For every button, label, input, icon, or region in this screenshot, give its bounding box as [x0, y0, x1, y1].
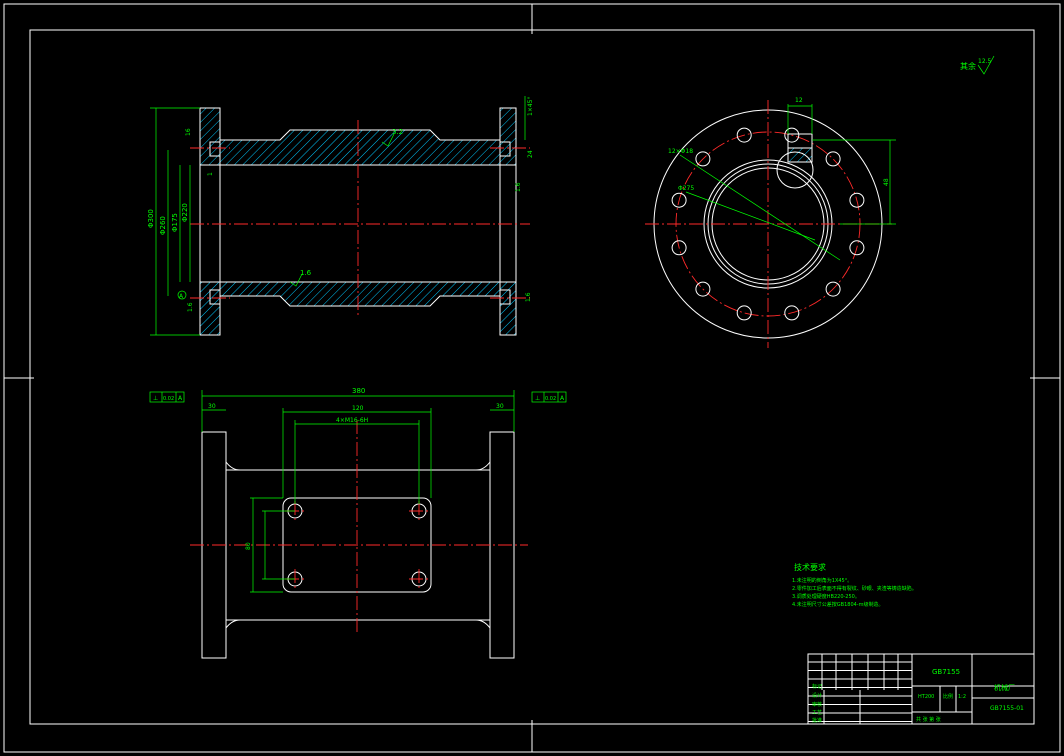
tech-req-item: 1.未注明的倒角为1X45°。: [792, 577, 852, 584]
technical-requirements: 技术要求 1.未注明的倒角为1X45°。 2.零件加工后表面不得有裂纹、砂眼、夹…: [792, 562, 917, 608]
dim-holes: 12×Φ18: [668, 148, 693, 155]
svg-text:⊥: ⊥: [535, 395, 540, 402]
dim-thread-spec: 4×M16-6H: [336, 417, 368, 424]
svg-text:⊥: ⊥: [153, 395, 158, 402]
sheet-count: 共 张 第 张: [916, 716, 941, 723]
tolerance-frame-left: ⊥ 0.02 A: [149, 391, 185, 403]
tb-row-label: 设计: [812, 692, 822, 699]
dim-pcd: Φ275: [678, 185, 694, 192]
svg-text:A: A: [178, 395, 183, 402]
material: HT200: [918, 694, 934, 700]
bottom-wall-section: [219, 281, 501, 307]
dim-slot-height: 48: [883, 178, 890, 186]
dim-hole-height: 80: [245, 542, 252, 550]
scale-value: 1:2: [958, 694, 966, 700]
roughness-mark: 其余 12.5: [960, 55, 995, 75]
tolerance-frame-right: ⊥ 0.02 A: [531, 391, 567, 403]
dim-left-note: 1: [207, 172, 214, 176]
dim-left-bottom: 1.6: [187, 302, 194, 312]
title-block: GB7155 机械厂 GB7155-01 HT200 比例 1:2 共 张 第 …: [807, 653, 1035, 725]
dim-right-bottom: 1.6: [525, 292, 532, 302]
dim-left-top: 16: [185, 128, 192, 136]
dim-flange-right: 30: [496, 403, 504, 410]
top-wall-section: [219, 129, 501, 166]
leader-pcd: [685, 191, 816, 241]
svg-text:0.02: 0.02: [545, 396, 556, 402]
dim-slot-width: 12: [795, 97, 803, 104]
svg-text:A: A: [560, 395, 565, 402]
scale-label: 比例: [943, 693, 953, 700]
tb-row-label: 工艺: [812, 710, 822, 716]
tech-req-item: 2.零件加工后表面不得有裂纹、砂眼、夹渣等铸造缺陷。: [792, 585, 917, 592]
front-section-view: Φ300 Φ260 Φ175 Φ220 3.2 1.6 1×45° 24 1.6…: [147, 96, 534, 336]
tb-row-label: 审核: [812, 701, 822, 708]
inner-border: [29, 29, 1035, 725]
tech-req-title: 技术要求: [794, 562, 826, 572]
svg-text:0.02: 0.02: [163, 396, 174, 402]
top-view: 380 30 30 120 4×M16-6H 80 ⊥ 0.02 A ⊥ 0.0…: [149, 387, 567, 659]
drawing-sheet: 其余 12.5 Φ300 Φ260 Φ175 Φ220 3.2 1.6 1×45…: [3, 3, 1061, 753]
dim-overall: 380: [352, 387, 365, 395]
dim-chamfer-right: 1×45°: [527, 97, 534, 116]
company-name: 机械厂: [994, 683, 1015, 692]
dim-right-top: 24: [527, 150, 534, 158]
tech-req-item: 4.未注明尺寸公差按GB1804-m级制造。: [792, 601, 883, 608]
dim-d-overall: Φ300: [147, 209, 155, 228]
dim-hole-span: 120: [352, 405, 364, 412]
tech-req-item: 3.调质处理硬度HB220-250。: [792, 593, 860, 600]
dim-d-body: Φ220: [181, 203, 189, 222]
roughness-bottom: 1.6: [300, 269, 312, 277]
drawing-number: GB7155-01: [990, 705, 1024, 712]
keyway-section: [787, 147, 813, 163]
dim-flange-left: 30: [208, 403, 216, 410]
dim-right-mid: 1.6: [515, 182, 522, 192]
end-view: 12×Φ18 Φ275 12 48: [645, 97, 896, 348]
dim-d-bore: Φ175: [171, 213, 179, 232]
bolt-hole: [825, 151, 841, 167]
part-name: GB7155: [932, 668, 960, 676]
dim-d-flange: Φ260: [159, 216, 167, 235]
tb-row-label: 批准: [812, 717, 822, 724]
tb-row-label: 标记: [812, 683, 822, 690]
bolt-hole: [736, 305, 752, 321]
roughness-label: 其余: [960, 61, 976, 71]
leader-holes: [679, 154, 841, 261]
bolt-hole: [784, 127, 800, 143]
